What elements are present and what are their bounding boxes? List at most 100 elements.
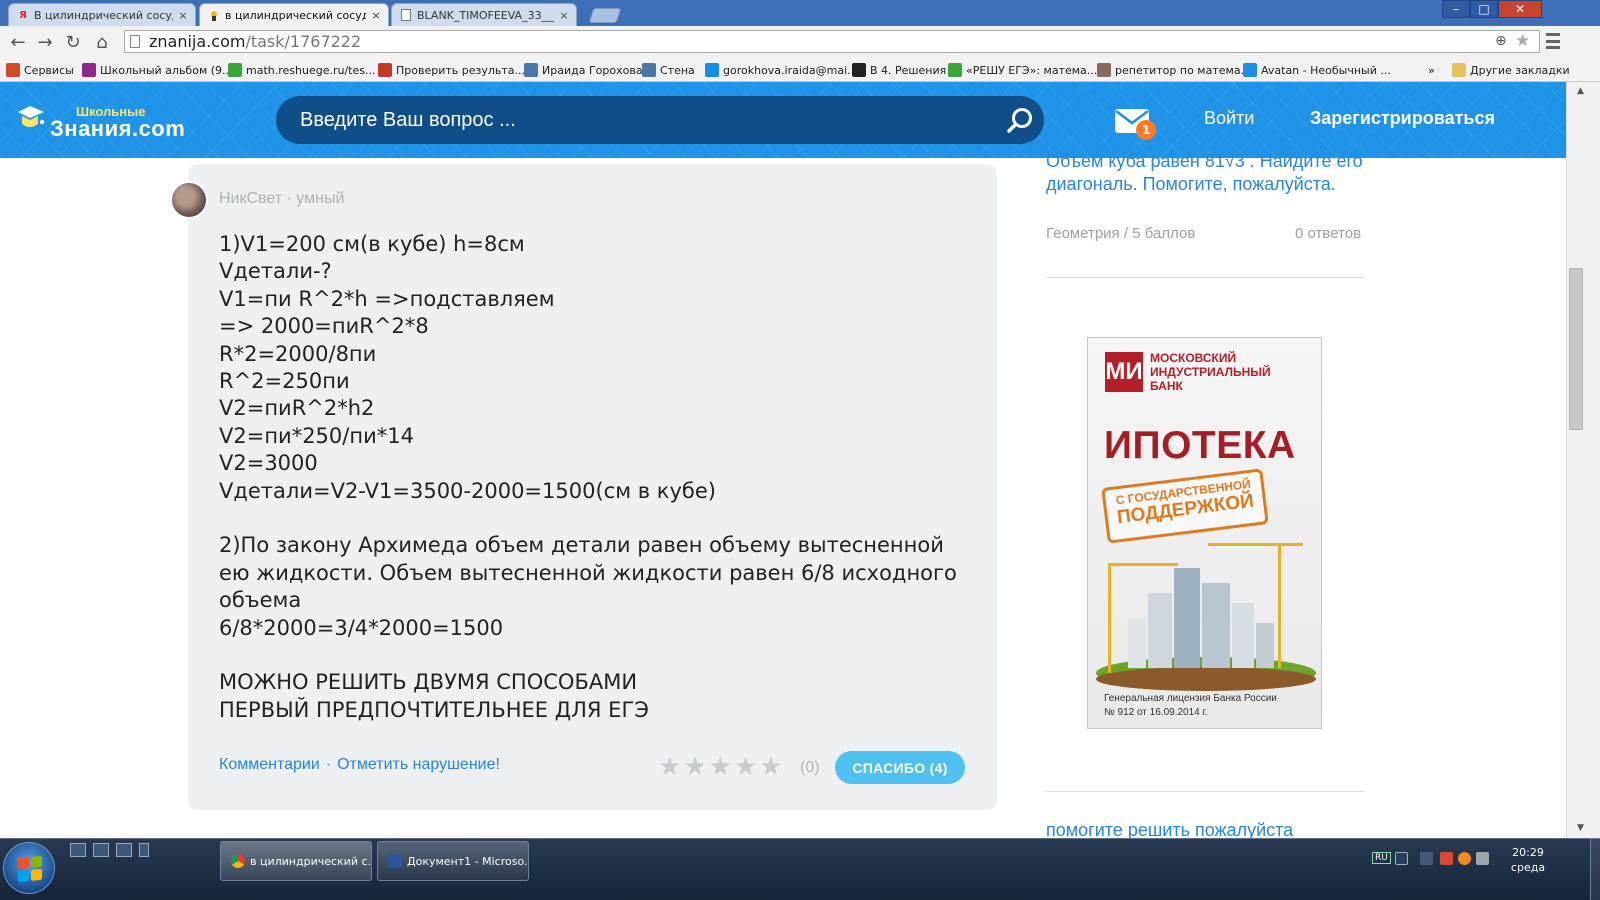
logo-big-text: Знания.com — [50, 116, 186, 141]
check-icon — [228, 63, 242, 77]
report-link[interactable]: Отметить нарушение! — [337, 756, 500, 774]
zoom-icon[interactable]: ⊕ — [1495, 33, 1507, 49]
forward-arrow-icon[interactable]: → — [35, 32, 55, 53]
search-input[interactable]: Введите Ваш вопрос ... — [276, 96, 1044, 144]
browser-tab-title: в цилиндрический сосуд на — [225, 9, 366, 22]
bookmark-item[interactable]: Стена — [642, 62, 695, 78]
login-link[interactable]: Войти — [1204, 108, 1254, 129]
back-arrow-icon[interactable]: ← — [8, 32, 28, 53]
minimize-button[interactable]: – — [1442, 0, 1470, 18]
reload-icon[interactable]: ↻ — [63, 32, 83, 53]
rating-star-icon[interactable]: ★ — [683, 754, 706, 780]
language-indicator[interactable]: RU — [1372, 852, 1391, 864]
page-scrollbar[interactable]: ▲ ▼ — [1566, 82, 1600, 838]
security-tray-icon[interactable] — [1440, 852, 1453, 865]
address-bar[interactable]: znanija.com/task/1767222 — [124, 30, 1540, 53]
close-window-button[interactable]: ✕ — [1498, 0, 1542, 18]
answer-line: V2=пиR^2*h2 — [219, 396, 375, 421]
related-question-meta: Геометрия / 5 баллов — [1046, 225, 1195, 242]
logo-icon — [18, 106, 45, 127]
bookmark-label: Школьный альбом (9... — [100, 63, 233, 77]
browser-tab-1[interactable]: Я В цилиндрический сосуд на × — [8, 3, 196, 26]
other-bookmarks-folder[interactable]: Другие закладки — [1452, 62, 1570, 78]
browser-tab-3[interactable]: BLANK_TIMOFEEVA_33___3 × — [391, 3, 577, 26]
answer-line: V2=3000 — [219, 451, 318, 476]
meta-separator: / — [1119, 225, 1133, 242]
taskbar-item-chrome[interactable]: в цилиндрический с... — [220, 841, 372, 881]
scroll-up-icon[interactable]: ▲ — [1577, 86, 1584, 96]
construction-illustration-icon — [1096, 543, 1316, 691]
bookmark-label: Сервисы — [24, 63, 74, 77]
system-clock[interactable]: 20:29 среда — [1505, 845, 1551, 875]
bookmark-item[interactable]: репетитор по матема... — [1097, 62, 1251, 78]
word-icon — [388, 854, 402, 868]
volume-icon[interactable] — [1476, 852, 1489, 865]
bookmark-item[interactable]: Ираида Горохова — [524, 62, 643, 78]
thanks-button[interactable]: СПАСИБО (4) — [835, 751, 965, 784]
home-icon[interactable]: ⌂ — [92, 32, 112, 53]
tray-icon[interactable] — [1420, 852, 1433, 865]
answer-line: 2)По закону Архимеда объем детали равен … — [219, 533, 957, 613]
rating-star-icon[interactable]: ★ — [734, 754, 757, 780]
search-icon[interactable] — [1006, 107, 1034, 135]
bookmark-item[interactable]: Сервисы — [6, 62, 74, 78]
author-rank-separator: · — [282, 190, 297, 207]
bookmark-item[interactable]: gorokhova.iraida@mai... — [705, 62, 858, 78]
register-link[interactable]: Зарегистрироваться — [1310, 108, 1495, 129]
scroll-down-icon[interactable]: ▼ — [1577, 823, 1584, 833]
help-icon[interactable] — [1395, 852, 1408, 865]
author-rank: умный — [296, 190, 345, 207]
quicklaunch-explorer-icon[interactable] — [93, 843, 109, 857]
taskbar-item-word[interactable]: Документ1 - Microso... — [377, 841, 529, 881]
related-question-subject[interactable]: Геометрия — [1046, 225, 1120, 242]
bookmark-item[interactable]: «РЕШУ ЕГЭ»: матема... — [948, 62, 1097, 78]
tray-icon[interactable] — [1458, 852, 1471, 865]
bookmark-item[interactable]: Avatan - Необычный ... — [1243, 62, 1391, 78]
rating-star-icon[interactable]: ★ — [759, 754, 782, 780]
bookmark-star-icon[interactable]: ★ — [1515, 31, 1530, 51]
scrollbar-thumb[interactable] — [1569, 268, 1583, 430]
notification-badge[interactable]: 1 — [1136, 120, 1156, 140]
rating-star-icon[interactable]: ★ — [709, 754, 732, 780]
show-desktop-button[interactable] — [1590, 838, 1600, 900]
quicklaunch-window-icon[interactable] — [116, 843, 132, 857]
close-tab-icon[interactable]: × — [558, 9, 570, 22]
bookmark-item[interactable]: math.reshuege.ru/tes... — [228, 62, 375, 78]
site-logo[interactable]: Школьные Знания.com — [14, 100, 204, 142]
maximize-button[interactable]: □ — [1470, 0, 1498, 18]
browser-tab-title: В цилиндрический сосуд на — [34, 8, 173, 22]
quicklaunch-document-icon[interactable] — [139, 843, 149, 857]
bank-name-line: БАНК — [1150, 379, 1183, 393]
browser-tab-2[interactable]: в цилиндрический сосуд на × — [199, 3, 389, 27]
person-icon — [1097, 63, 1111, 77]
bookmark-item[interactable]: В 4. Решения — [852, 62, 946, 78]
bank-name-line: МОСКОВСКИЙ — [1150, 351, 1237, 365]
bookmarks-overflow-button[interactable]: » — [1428, 62, 1435, 78]
page-icon — [130, 35, 140, 48]
new-tab-button[interactable] — [588, 8, 622, 23]
answer-line — [219, 642, 979, 669]
advertisement-banner[interactable]: МИ МОСКОВСКИЙ ИНДУСТРИАЛЬНЫЙ БАНК ИПОТЕК… — [1087, 337, 1322, 729]
bookmarks-bar: Сервисы Школьный альбом (9... math.reshueg… — [0, 58, 1600, 82]
check-icon — [948, 63, 962, 77]
related-question-answers: 0 ответов — [1295, 225, 1362, 242]
avatar[interactable] — [170, 181, 208, 219]
rating-star-icon[interactable]: ★ — [658, 754, 681, 780]
bookmark-label: gorokhova.iraida@mai... — [723, 63, 858, 77]
bookmark-label: репетитор по матема... — [1115, 63, 1252, 77]
comments-link[interactable]: Комментарии — [219, 756, 320, 774]
close-tab-icon[interactable]: × — [370, 9, 382, 22]
author-name[interactable]: НикСвет — [219, 190, 282, 207]
close-tab-icon[interactable]: × — [177, 9, 189, 22]
bookmark-item[interactable]: Школьный альбом (9... — [82, 62, 233, 78]
answer-line: Vдетали-? — [219, 259, 332, 284]
related-question-points: 5 баллов — [1132, 225, 1196, 242]
menu-icon[interactable] — [1546, 33, 1560, 49]
quicklaunch-desktop-icon[interactable] — [70, 843, 86, 857]
folder-icon — [1452, 63, 1466, 77]
related-question-title[interactable]: Объем куба равен 81√3 . Найдите его диаг… — [1046, 150, 1366, 195]
bank-name: МОСКОВСКИЙ ИНДУСТРИАЛЬНЫЙ БАНК — [1150, 351, 1271, 393]
yandex-icon: Я — [19, 9, 27, 21]
bookmark-item[interactable]: Проверить результа... — [378, 62, 525, 78]
start-button[interactable] — [3, 842, 55, 894]
